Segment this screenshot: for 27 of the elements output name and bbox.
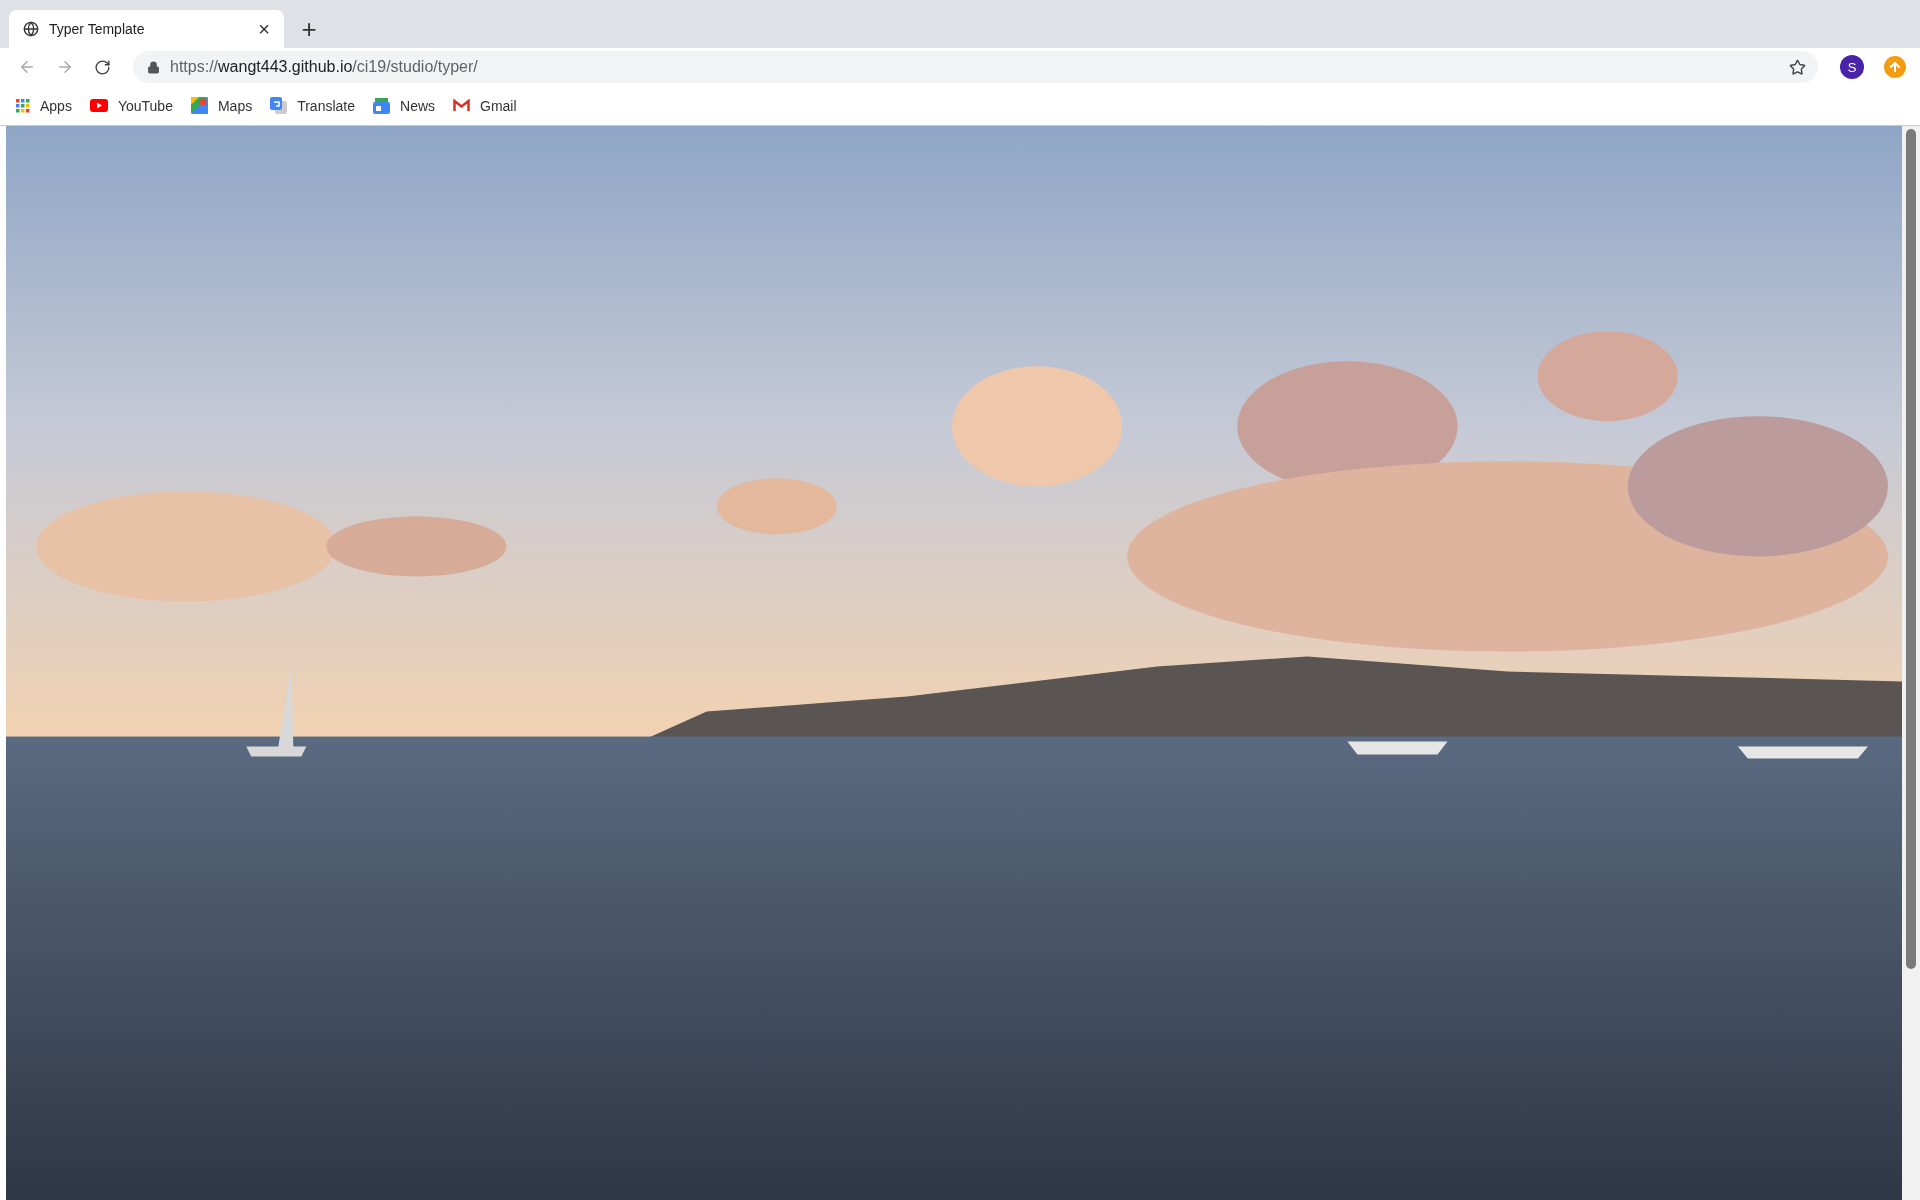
close-tab-button[interactable]: × — [256, 19, 272, 39]
tab-title: Typer Template — [49, 21, 146, 37]
translate-icon — [270, 97, 288, 114]
browser-tab[interactable]: Typer Template × — [9, 10, 284, 48]
newspaper-icon — [373, 97, 390, 114]
forward-arrow-icon — [56, 58, 74, 76]
bookmark-link[interactable]: News — [373, 97, 436, 114]
map-pin-icon — [190, 97, 208, 114]
bookmark-link[interactable]: Apps — [16, 97, 72, 114]
scrollbar[interactable] — [1902, 126, 1920, 1200]
scrollbar-thumb[interactable] — [1906, 129, 1916, 969]
reload-icon — [94, 58, 111, 76]
new-tab-button[interactable]: + — [294, 10, 324, 48]
address-field[interactable]: https://wangt443.github.io/ci19/studio/typer/ — [133, 51, 1818, 83]
play-icon — [89, 99, 108, 112]
bookmark-link[interactable]: Translate — [270, 97, 355, 114]
bookmark-link[interactable]: YouTube — [89, 97, 173, 114]
profile-avatar[interactable]: S — [1840, 55, 1864, 79]
globe-icon — [23, 21, 39, 37]
bookmark-link[interactable]: Gmail — [453, 97, 517, 114]
bookmark-star-icon[interactable] — [1789, 58, 1806, 76]
update-button[interactable] — [1884, 56, 1906, 78]
mail-icon — [453, 99, 471, 112]
apps-grid-icon — [16, 98, 30, 113]
up-arrow-icon — [1888, 60, 1902, 74]
lock-icon — [147, 60, 160, 74]
bookmark-link[interactable]: Maps — [190, 97, 253, 114]
